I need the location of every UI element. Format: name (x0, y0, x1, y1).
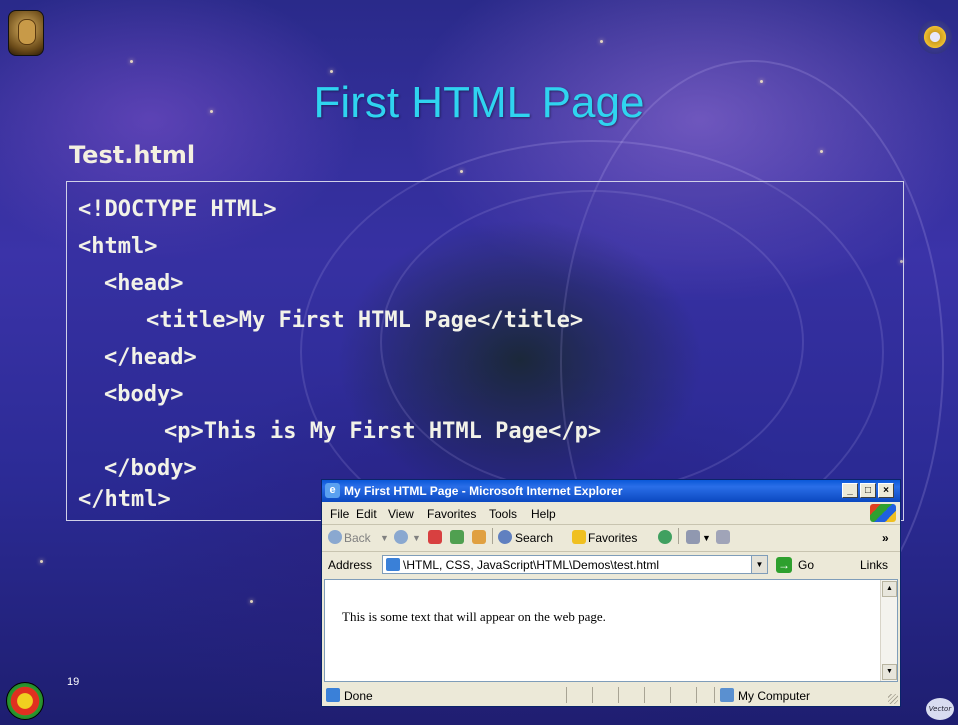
toolbar: Back ▼ ▼ Search Favorites ▼ » (322, 525, 900, 552)
city-light (250, 600, 253, 603)
code-line: <!DOCTYPE HTML> (78, 197, 277, 222)
ie-titlebar[interactable]: e My First HTML Page - Microsoft Interne… (322, 480, 900, 502)
ie-window-title: My First HTML Page - Microsoft Internet … (344, 484, 623, 498)
forward-arrow-icon[interactable] (394, 530, 408, 544)
status-separator (566, 687, 567, 703)
page-done-icon (326, 688, 340, 702)
go-arrow-icon: → (776, 557, 792, 573)
scroll-down-button[interactable]: ▼ (882, 664, 897, 680)
code-line: <html> (78, 234, 158, 259)
menu-edit[interactable]: Edit (356, 507, 377, 521)
footer-logo-icon (6, 682, 44, 720)
slide: First HTML Page Test.html <!DOCTYPE HTML… (0, 0, 958, 725)
back-dropdown-icon[interactable]: ▼ (380, 533, 389, 543)
stop-icon[interactable] (428, 530, 442, 544)
slide-title: First HTML Page (313, 78, 645, 127)
menu-view[interactable]: View (388, 507, 414, 521)
search-button[interactable]: Search (515, 531, 553, 545)
status-separator (696, 687, 697, 703)
status-bar: Done My Computer (322, 684, 900, 706)
back-arrow-icon (328, 530, 342, 544)
minimize-button[interactable]: _ (842, 483, 858, 498)
content-paragraph: This is some text that will appear on th… (342, 609, 606, 624)
media-icon[interactable] (658, 530, 672, 544)
university-logo-icon (8, 10, 44, 56)
go-label: Go (798, 558, 815, 572)
status-separator (644, 687, 645, 703)
menu-file[interactable]: File (330, 507, 349, 521)
ie-window: e My First HTML Page - Microsoft Interne… (321, 479, 901, 707)
ie-page-icon: e (325, 483, 340, 498)
code-line: </head> (104, 345, 197, 370)
menu-tools[interactable]: Tools (489, 507, 517, 521)
code-line: </html> (78, 487, 171, 512)
address-input[interactable]: \HTML, CSS, JavaScript\HTML\Demos\test.h… (382, 555, 768, 574)
mail-dropdown-icon[interactable]: ▼ (702, 533, 711, 543)
address-dropdown-icon[interactable]: ▼ (751, 556, 767, 573)
menu-favorites[interactable]: Favorites (427, 507, 476, 521)
back-button[interactable]: Back (344, 531, 371, 545)
vertical-scrollbar[interactable]: ▲ ▼ (880, 580, 897, 681)
menu-bar: File Edit View Favorites Tools Help (322, 502, 900, 525)
address-value: \HTML, CSS, JavaScript\HTML\Demos\test.h… (403, 558, 660, 572)
code-line: </body> (104, 456, 197, 481)
resize-grip[interactable] (888, 694, 898, 704)
zone-text: My Computer (738, 689, 811, 703)
refresh-icon[interactable] (450, 530, 464, 544)
status-text: Done (344, 689, 373, 703)
page-icon (386, 558, 400, 571)
page-number: 19 (67, 676, 80, 688)
home-icon[interactable] (472, 530, 486, 544)
emblem-logo-icon (918, 20, 952, 54)
mail-icon[interactable] (686, 530, 700, 544)
status-separator (618, 687, 619, 703)
maximize-button[interactable]: □ (860, 483, 876, 498)
toolbar-separator (492, 528, 493, 544)
city-light (330, 70, 333, 73)
file-name-label: Test.html (69, 141, 196, 169)
code-line: <title>My First HTML Page</title> (146, 308, 584, 333)
status-separator (714, 687, 715, 703)
address-bar: Address \HTML, CSS, JavaScript\HTML\Demo… (322, 552, 900, 578)
city-light (40, 560, 43, 563)
go-button[interactable]: → Go (774, 555, 834, 575)
windows-flag-icon (870, 504, 896, 522)
toolbar-separator (678, 528, 679, 544)
favorites-button[interactable]: Favorites (588, 531, 637, 545)
status-separator (670, 687, 671, 703)
links-button[interactable]: Links (860, 558, 888, 572)
forward-dropdown-icon[interactable]: ▼ (412, 533, 421, 543)
city-light (130, 60, 133, 63)
scroll-up-button[interactable]: ▲ (882, 581, 897, 597)
city-light (600, 40, 603, 43)
page-content: This is some text that will appear on th… (324, 579, 898, 682)
toolbar-overflow-button[interactable]: » (882, 531, 889, 545)
code-line: <head> (104, 271, 184, 296)
city-light (460, 170, 463, 173)
code-line: <body> (104, 382, 184, 407)
city-light (820, 150, 823, 153)
favorites-star-icon (572, 530, 586, 544)
close-button[interactable]: × (878, 483, 894, 498)
search-icon (498, 530, 512, 544)
computer-icon (720, 688, 734, 702)
status-separator (592, 687, 593, 703)
vector-logo-icon: Vector (926, 698, 954, 720)
print-icon[interactable] (716, 530, 730, 544)
menu-help[interactable]: Help (531, 507, 556, 521)
address-label: Address (328, 558, 373, 572)
code-line: <p>This is My First HTML Page</p> (164, 419, 602, 444)
